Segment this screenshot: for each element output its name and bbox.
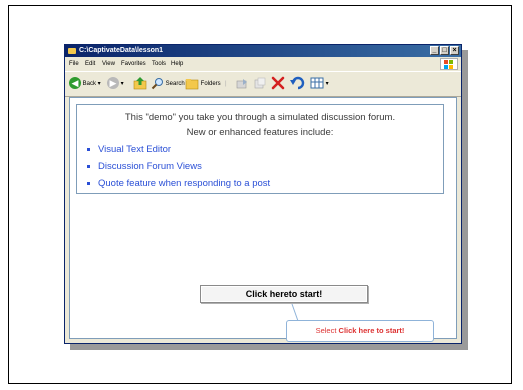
menu-bar: File Edit View Favorites Tools Help xyxy=(65,57,461,71)
views-icon xyxy=(310,77,324,89)
start-button[interactable]: Click hereto start! xyxy=(200,285,368,303)
search-icon xyxy=(151,77,163,90)
back-button[interactable]: ◀ Back ▾ xyxy=(69,76,101,92)
menu-edit[interactable]: Edit xyxy=(85,57,95,71)
undo-button[interactable] xyxy=(290,76,305,92)
search-button[interactable]: Search xyxy=(151,76,185,92)
forward-button[interactable]: ▶ ▾ xyxy=(107,76,124,92)
menu-favorites[interactable]: Favorites xyxy=(121,57,146,71)
content-area: This "demo" you take you through a simul… xyxy=(69,97,457,339)
delete-button[interactable] xyxy=(271,76,285,92)
maximize-button[interactable]: □ xyxy=(440,46,449,55)
title-bar[interactable]: C:\CaptivateData\lesson1 _ □ × xyxy=(65,45,461,57)
copy-to-button[interactable] xyxy=(253,76,267,92)
copy-to-icon xyxy=(254,77,266,89)
bullet-icon xyxy=(87,181,90,185)
feature-item[interactable]: Visual Text Editor xyxy=(87,144,171,155)
menu-help[interactable]: Help xyxy=(171,57,183,71)
up-folder-button[interactable] xyxy=(133,76,147,92)
feature-label: Quote feature when responding to a post xyxy=(98,178,271,189)
folders-button[interactable]: Folders xyxy=(185,76,221,92)
delete-x-icon xyxy=(271,77,285,90)
chevron-down-icon: ▾ xyxy=(325,81,329,87)
up-folder-icon xyxy=(133,77,147,90)
callout-prefix: Select xyxy=(315,326,337,335)
intro-panel: This "demo" you take you through a simul… xyxy=(76,104,444,194)
search-label: Search xyxy=(165,81,185,87)
minimize-button[interactable]: _ xyxy=(430,46,439,55)
subintro-text: New or enhanced features include: xyxy=(186,127,334,138)
back-label: Back xyxy=(82,81,97,87)
bullet-icon xyxy=(87,164,90,168)
toolbar-separator: | xyxy=(225,81,227,87)
bullet-icon xyxy=(87,147,90,151)
feature-label: Discussion Forum Views xyxy=(98,161,202,172)
close-button[interactable]: × xyxy=(450,46,459,55)
intro-text: This "demo" you take you through a simul… xyxy=(124,112,396,123)
explorer-window: C:\CaptivateData\lesson1 _ □ × File Edit… xyxy=(64,44,462,344)
move-to-icon xyxy=(236,78,247,89)
menu-file[interactable]: File xyxy=(69,57,79,71)
menu-tools[interactable]: Tools xyxy=(152,57,166,71)
feature-label: Visual Text Editor xyxy=(98,144,172,155)
undo-icon xyxy=(290,77,305,90)
window-title: C:\CaptivateData\lesson1 xyxy=(79,47,164,54)
feature-item[interactable]: Quote feature when responding to a post xyxy=(87,178,270,189)
callout-emphasis: Click here to start! xyxy=(338,326,405,335)
menu-view[interactable]: View xyxy=(102,57,115,71)
windows-logo-icon xyxy=(440,58,458,70)
folders-icon xyxy=(185,78,199,90)
folder-icon xyxy=(68,48,76,54)
folders-label: Folders xyxy=(200,81,221,87)
move-to-button[interactable] xyxy=(235,76,249,92)
instruction-callout: Select Click here to start! xyxy=(286,320,434,342)
feature-item[interactable]: Discussion Forum Views xyxy=(87,161,202,172)
forward-arrow-icon: ▶ xyxy=(107,77,119,90)
back-arrow-icon: ◀ xyxy=(69,77,81,90)
views-button[interactable]: ▾ xyxy=(310,76,329,92)
toolbar: ◀ Back ▾ ▶ ▾ Search Folders | ▾ xyxy=(65,71,461,97)
